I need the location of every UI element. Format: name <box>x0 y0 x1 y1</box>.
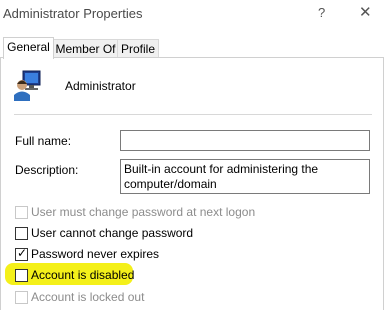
user-computer-icon <box>14 70 41 101</box>
checkbox-box[interactable] <box>15 227 28 240</box>
checkbox-label: Account is locked out <box>31 290 145 304</box>
checkbox-box[interactable] <box>15 291 28 304</box>
check-mark-icon: ✓ <box>17 246 28 260</box>
tab-profile[interactable]: Profile <box>117 39 159 58</box>
checkbox-label: User must change password at next logon <box>31 205 256 219</box>
window-title: Administrator Properties <box>3 6 143 21</box>
tab-bar: General Member Of Profile <box>0 37 384 59</box>
checkbox-label: Account is disabled <box>31 268 135 282</box>
checkbox-box[interactable] <box>15 206 28 219</box>
description-label: Description: <box>15 163 79 177</box>
tab-member-of[interactable]: Member Of <box>53 39 118 58</box>
title-bar: Administrator Properties ? ✕ <box>0 0 384 30</box>
full-name-field[interactable] <box>120 130 370 151</box>
user-name: Administrator <box>65 79 136 93</box>
description-field[interactable]: Built-in account for administering the c… <box>120 159 370 194</box>
checkbox-label: User cannot change password <box>31 226 194 240</box>
close-button[interactable]: ✕ <box>359 3 372 21</box>
tab-general[interactable]: General <box>3 37 54 59</box>
checkbox-box[interactable] <box>15 269 28 282</box>
divider <box>14 114 372 115</box>
checkbox-box[interactable]: ✓ <box>15 246 28 261</box>
help-button[interactable]: ? <box>318 5 325 20</box>
full-name-label: Full name: <box>15 134 72 148</box>
checkbox-label: Password never expires <box>31 247 160 261</box>
